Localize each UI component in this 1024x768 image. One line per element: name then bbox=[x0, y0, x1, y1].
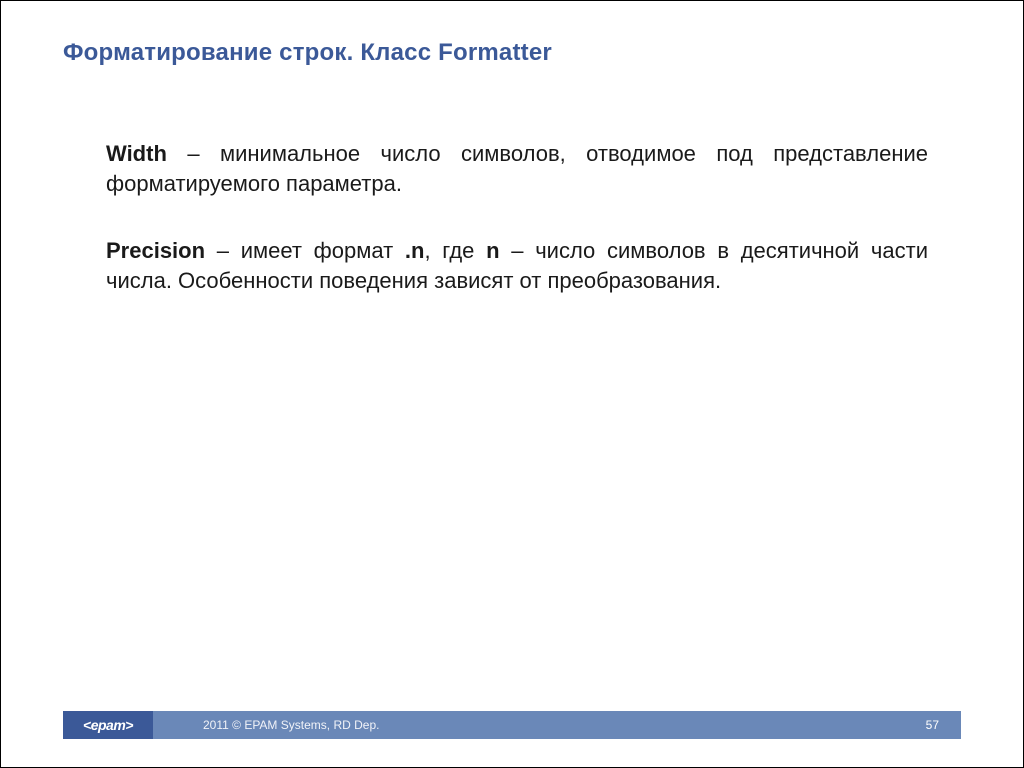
paragraph-width: Width – минимальное число символов, отво… bbox=[106, 139, 928, 198]
text-seg-2: – имеет формат bbox=[205, 238, 405, 263]
slide-content: Width – минимальное число символов, отво… bbox=[106, 139, 928, 334]
footer-bar: <epam> 2011 © EPAM Systems, RD Dep. 57 bbox=[63, 711, 961, 739]
footer-page-number: 57 bbox=[926, 718, 939, 732]
term-precision: Precision bbox=[106, 238, 205, 263]
paragraph-precision: Precision – имеет формат .n, где n – чис… bbox=[106, 236, 928, 295]
text-seg-4: , где bbox=[424, 238, 486, 263]
text-width-desc: – минимальное число символов, отводимое … bbox=[106, 141, 928, 196]
term-width: Width bbox=[106, 141, 167, 166]
term-n: n bbox=[486, 238, 499, 263]
slide-title: Форматирование строк. Класс Formatter bbox=[63, 39, 552, 67]
term-dot-n: .n bbox=[405, 238, 425, 263]
footer-copyright: 2011 © EPAM Systems, RD Dep. bbox=[203, 718, 379, 732]
epam-logo: <epam> bbox=[63, 711, 153, 739]
